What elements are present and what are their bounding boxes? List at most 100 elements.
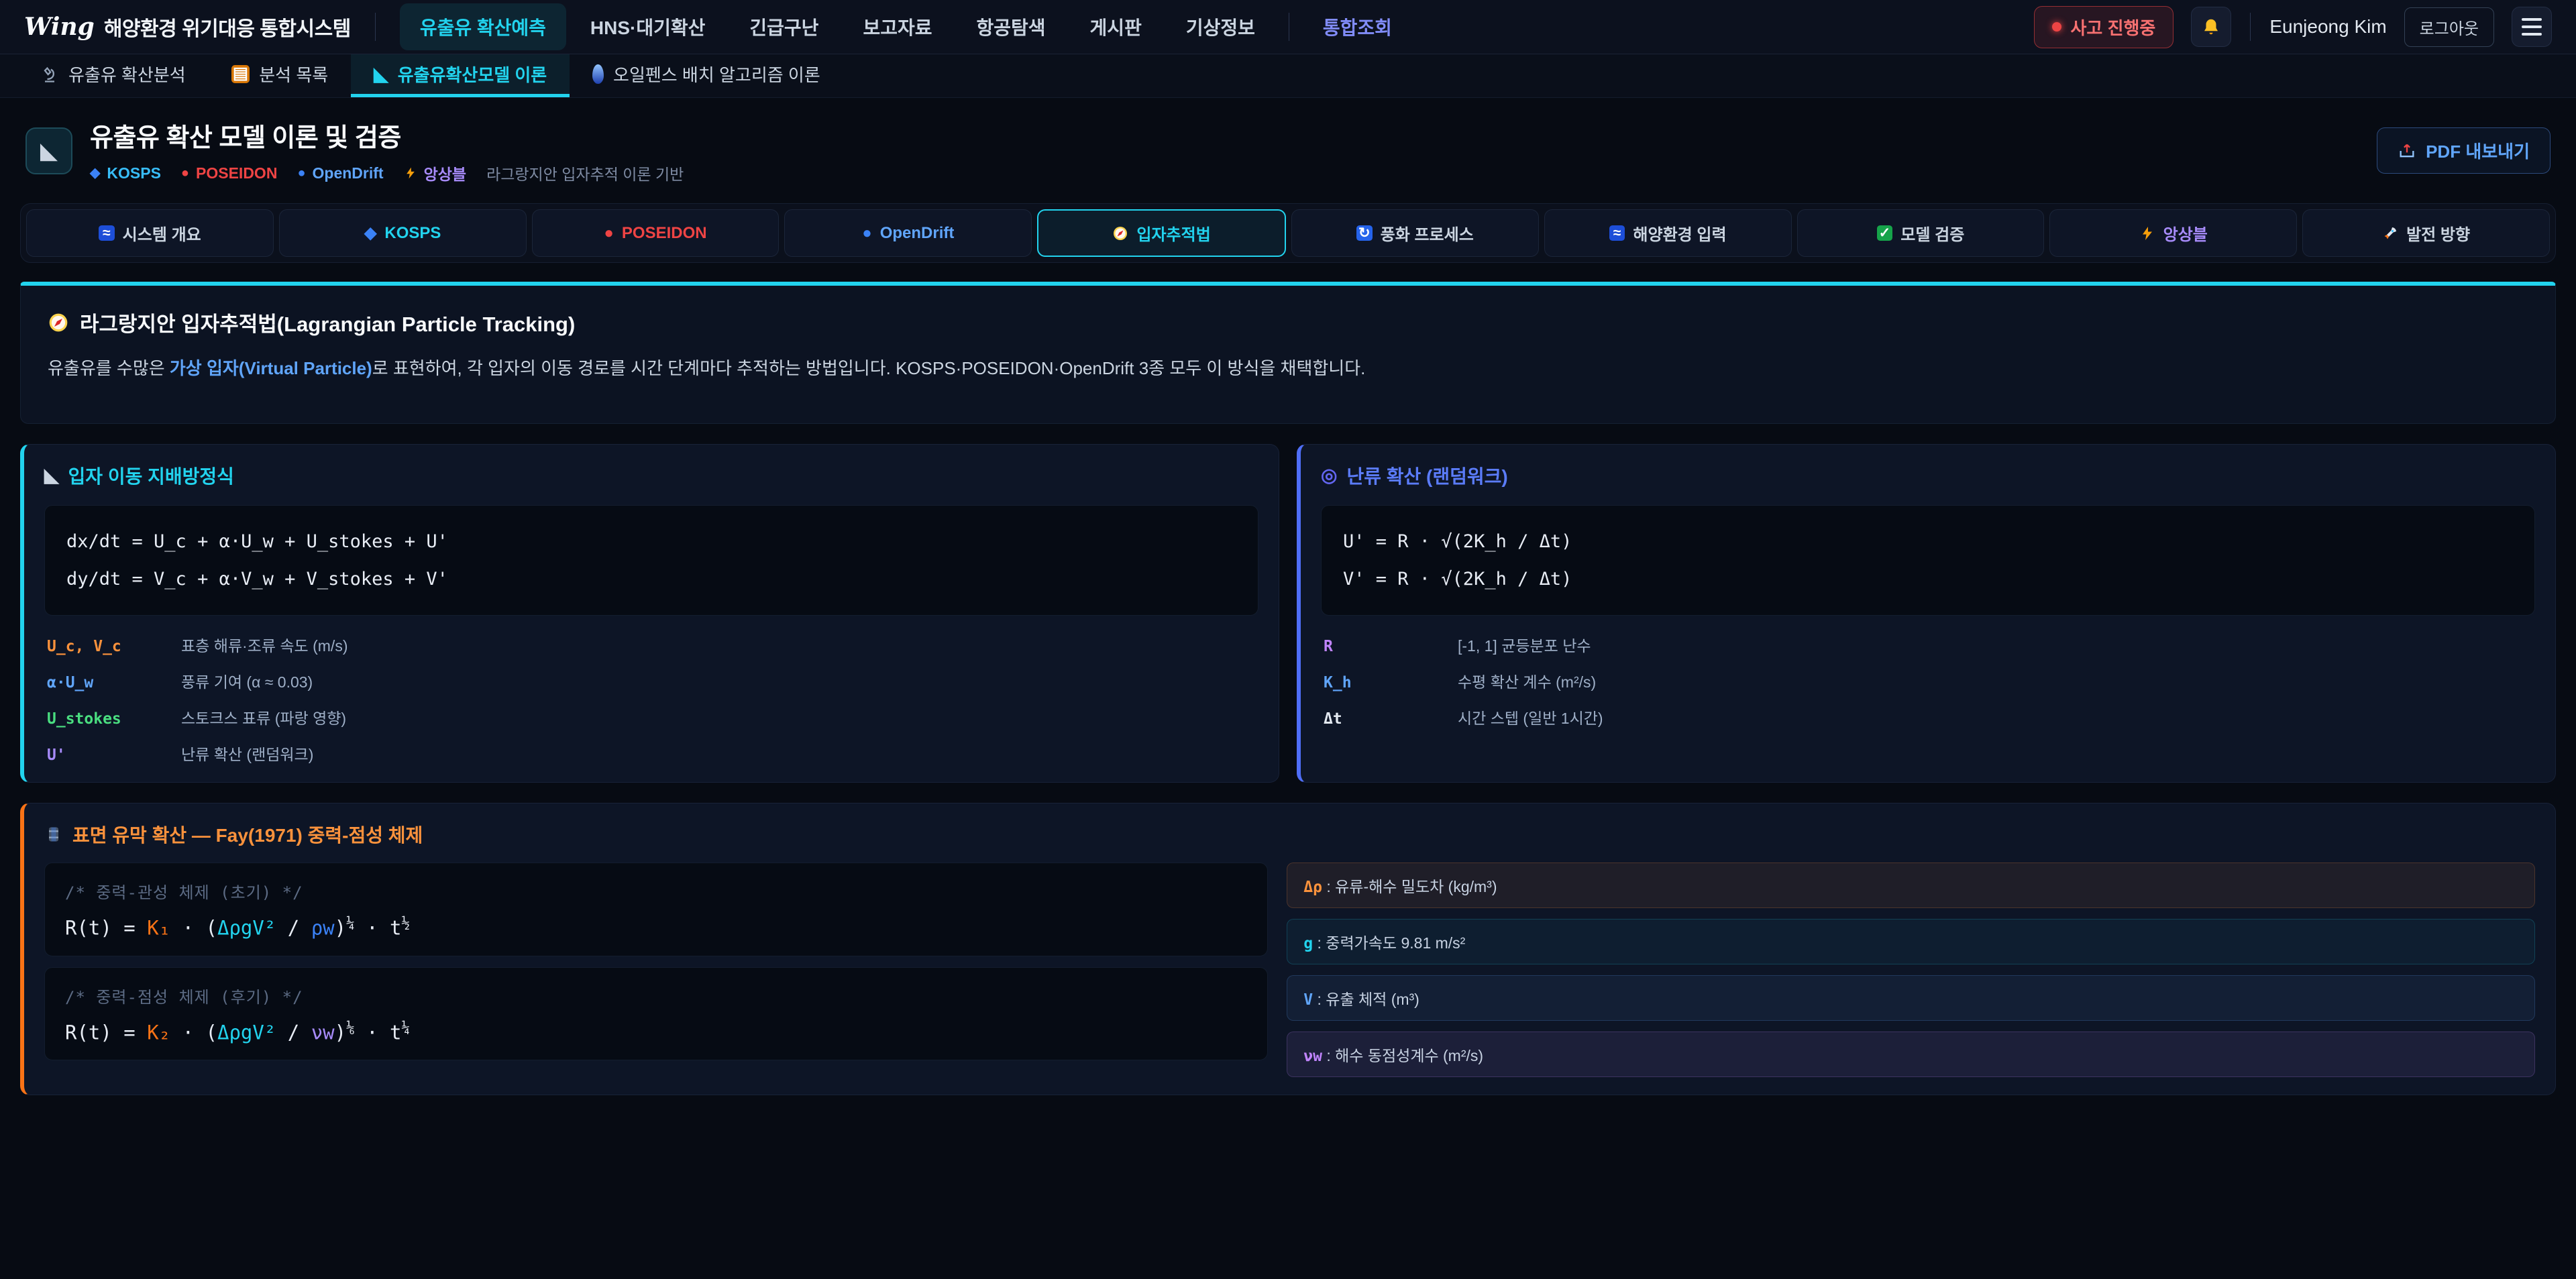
section-nav-3[interactable]: ●OpenDrift (784, 209, 1032, 257)
section-nav-label: 입자추적법 (1136, 221, 1210, 245)
section-nav-8[interactable]: 앙상블 (2049, 209, 2297, 257)
legend-desc: [-1, 1] 균등분포 난수 (1458, 633, 2532, 656)
tab-label: 분석 목록 (259, 62, 328, 87)
system-title: 해양환경 위기대응 통합시스템 (104, 12, 351, 42)
intro-heading: 라그랑지안 입자추적법(Lagrangian Particle Tracking… (48, 307, 2528, 337)
section-nav-9[interactable]: 발전 방향 (2302, 209, 2550, 257)
model-badges: ◆KOSPS ●POSEIDON ●OpenDrift 앙상블 라그랑지안 입자추적 이… (90, 162, 684, 184)
page-header: ◣ 유출유 확산 모델 이론 및 검증 ◆KOSPS●POSEIDON●Open… (0, 98, 2576, 197)
turbulence-card: ◎ 난류 확산 (랜덤워크) U' = R · √(2K_h / Δt) V' … (1297, 444, 2556, 783)
fay-formula: R(t) = K₂ · (ΔρgV² / νw)⅙ · t¼ (65, 1019, 1247, 1044)
section-nav-4[interactable]: 입자추적법 (1037, 209, 1286, 257)
main-nav-item-2[interactable]: 긴급구난 (729, 3, 839, 50)
tab-label: 오일펜스 배치 알고리즘 이론 (613, 62, 820, 87)
section-nav-5[interactable]: ↻풍화 프로세스 (1291, 209, 1539, 257)
main-nav-item-4[interactable]: 항공탐색 (957, 3, 1066, 50)
sub-tab-bar: 유출유 확산분석▤분석 목록 ◣ 유출유확산모델 이론 오일펜스 배치 알고리즘 이론 (0, 54, 2576, 98)
main-nav-item-0[interactable]: 유출유 확산예측 (400, 3, 566, 50)
page-subtitle: 라그랑지안 입자추적 이론 기반 (486, 162, 684, 184)
menu-button[interactable] (2512, 7, 2552, 47)
model-badge-OpenDrift: ●OpenDrift (297, 164, 383, 182)
circle-icon: ● (297, 166, 305, 180)
equation-code-block: dx/dt = U_c + α·U_w + U_stokes + U' dy/d… (44, 505, 1258, 616)
section-nav-2[interactable]: ●POSEIDON (532, 209, 780, 257)
section-nav-1[interactable]: ◆KOSPS (279, 209, 527, 257)
model-badge-KOSPS: ◆KOSPS (90, 164, 161, 182)
user-name: Eunjeong Kim (2269, 16, 2386, 38)
microscope-icon (40, 65, 59, 84)
turbulence-code-block: U' = R · √(2K_h / Δt) V' = R · √(2K_h / … (1321, 505, 2535, 616)
bolt-icon (2139, 225, 2155, 241)
section-nav-label: KOSPS (384, 224, 441, 243)
main-nav: 유출유 확산예측HNS·대기확산긴급구난보고자료항공탐색게시판기상정보 통합조회 (400, 3, 1412, 50)
fay-param-3: νw : 해수 동점성계수 (m²/s) (1287, 1032, 2535, 1077)
legend-symbol: U' (47, 746, 181, 764)
tab-0[interactable]: 유출유 확산분석 (17, 54, 209, 97)
logout-button[interactable]: 로그아웃 (2404, 7, 2494, 47)
legend-desc: 스토크스 표류 (파랑 영향) (181, 706, 1256, 728)
hamburger-icon (2522, 18, 2542, 36)
legend-desc: 시간 스텝 (일반 1시간) (1458, 706, 2532, 728)
fay-formula: R(t) = K₁ · (ΔρgV² / ρw)¼ · t½ (65, 915, 1247, 940)
legend-desc: 난류 확산 (랜덤워크) (181, 742, 1256, 765)
wave-icon: ≈ (1609, 225, 1625, 241)
main-nav-item-5[interactable]: 게시판 (1070, 3, 1162, 50)
legend-symbol: U_c, V_c (47, 638, 181, 655)
divider (375, 13, 376, 41)
equation-legend: U_c, V_c표층 해류·조류 속도 (m/s)α·U_w풍류 기여 (α ≈… (44, 633, 1258, 765)
legend-desc: 수평 확산 계수 (m²/s) (1458, 669, 2532, 692)
tab-label: 유출유확산모델 이론 (398, 62, 547, 87)
cycle-icon: ↻ (1356, 225, 1373, 241)
main-nav-item-7[interactable]: 통합조회 (1303, 3, 1412, 50)
section-nav-0[interactable]: ≈ 시스템 개요 (26, 209, 274, 257)
turbulence-legend: R[-1, 1] 균등분포 난수K_h수평 확산 계수 (m²/s)Δt시간 스… (1321, 633, 2535, 728)
particle-equation-card: ◣ 입자 이동 지배방정식 dx/dt = U_c + α·U_w + U_st… (20, 444, 1279, 783)
incident-status-badge: 사고 진행중 (2034, 6, 2174, 48)
divider (2250, 13, 2251, 41)
section-nav-6[interactable]: ≈ 해양환경 입력 (1544, 209, 1792, 257)
main-nav-item-6[interactable]: 기상정보 (1166, 3, 1275, 50)
legend-desc: 표층 해류·조류 속도 (m/s) (181, 633, 1256, 656)
section-nav-label: 모델 검증 (1900, 221, 1964, 245)
tab-3[interactable]: 오일펜스 배치 알고리즘 이론 (570, 54, 843, 97)
oil-fence-icon (592, 64, 604, 84)
equation-cards-row: ◣ 입자 이동 지배방정식 dx/dt = U_c + α·U_w + U_st… (20, 444, 2556, 783)
fay-code-block-0: /* 중력-관성 체제 (초기) */R(t) = K₁ · (ΔρgV² / … (44, 863, 1268, 956)
fay-param-1: g : 중력가속도 9.81 m/s² (1287, 919, 2535, 964)
page-icon-tile: ◣ (25, 127, 72, 174)
triangle-ruler-icon: ◣ (44, 466, 59, 485)
notifications-button[interactable] (2191, 7, 2231, 47)
fay-comment: /* 중력-점성 체제 (후기) */ (65, 984, 1247, 1007)
fay-code-blocks: /* 중력-관성 체제 (초기) */R(t) = K₁ · (ΔρgV² / … (44, 863, 1268, 1060)
circle-icon: ● (181, 166, 189, 180)
circle-icon: ● (604, 225, 614, 241)
bell-icon (2201, 17, 2221, 37)
pdf-export-button[interactable]: PDF 내보내기 (2377, 127, 2551, 174)
model-badge-앙상블: 앙상블 (404, 162, 466, 184)
fay-content: /* 중력-관성 체제 (초기) */R(t) = K₁ · (ΔρgV² / … (44, 863, 2535, 1077)
export-icon (2398, 142, 2416, 160)
page-header-text: 유출유 확산 모델 이론 및 검증 ◆KOSPS●POSEIDON●OpenDr… (90, 117, 684, 184)
check-icon: ✓ (1877, 225, 1893, 241)
triangle-ruler-icon: ◣ (40, 140, 58, 162)
spiral-icon: ◎ (1321, 466, 1337, 485)
circle-icon: ● (862, 225, 872, 241)
section-nav: ≈ 시스템 개요 ◆KOSPS●POSEIDON●OpenDrift 입자추적법 ↻풍화… (20, 203, 2556, 263)
section-nav-7[interactable]: ✓ 모델 검증 (1797, 209, 2045, 257)
pdf-export-label: PDF 내보내기 (2426, 138, 2530, 163)
diamond-icon: ◆ (90, 166, 100, 180)
model-badge-POSEIDON: ●POSEIDON (181, 164, 278, 182)
tab-1[interactable]: ▤분석 목록 (209, 54, 352, 97)
wave-icon: ≈ (99, 225, 115, 241)
section-nav-label: 시스템 개요 (123, 221, 201, 245)
status-dot-icon (2052, 22, 2061, 32)
main-nav-item-3[interactable]: 보고자료 (843, 3, 952, 50)
fay-spreading-card: 표면 유막 확산 — Fay(1971) 중력-점성 체제 /* 중력-관성 체… (20, 803, 2556, 1095)
triangle-ruler-icon: ◣ (374, 65, 388, 84)
main-nav-item-1[interactable]: HNS·대기확산 (570, 3, 725, 50)
legend-symbol: U_stokes (47, 710, 181, 728)
rocket-icon (2382, 225, 2398, 241)
section-nav-label: 해양환경 입력 (1633, 221, 1726, 245)
lagrangian-intro-section: 라그랑지안 입자추적법(Lagrangian Particle Tracking… (20, 282, 2556, 424)
tab-2[interactable]: ◣ 유출유확산모델 이론 (351, 54, 570, 97)
